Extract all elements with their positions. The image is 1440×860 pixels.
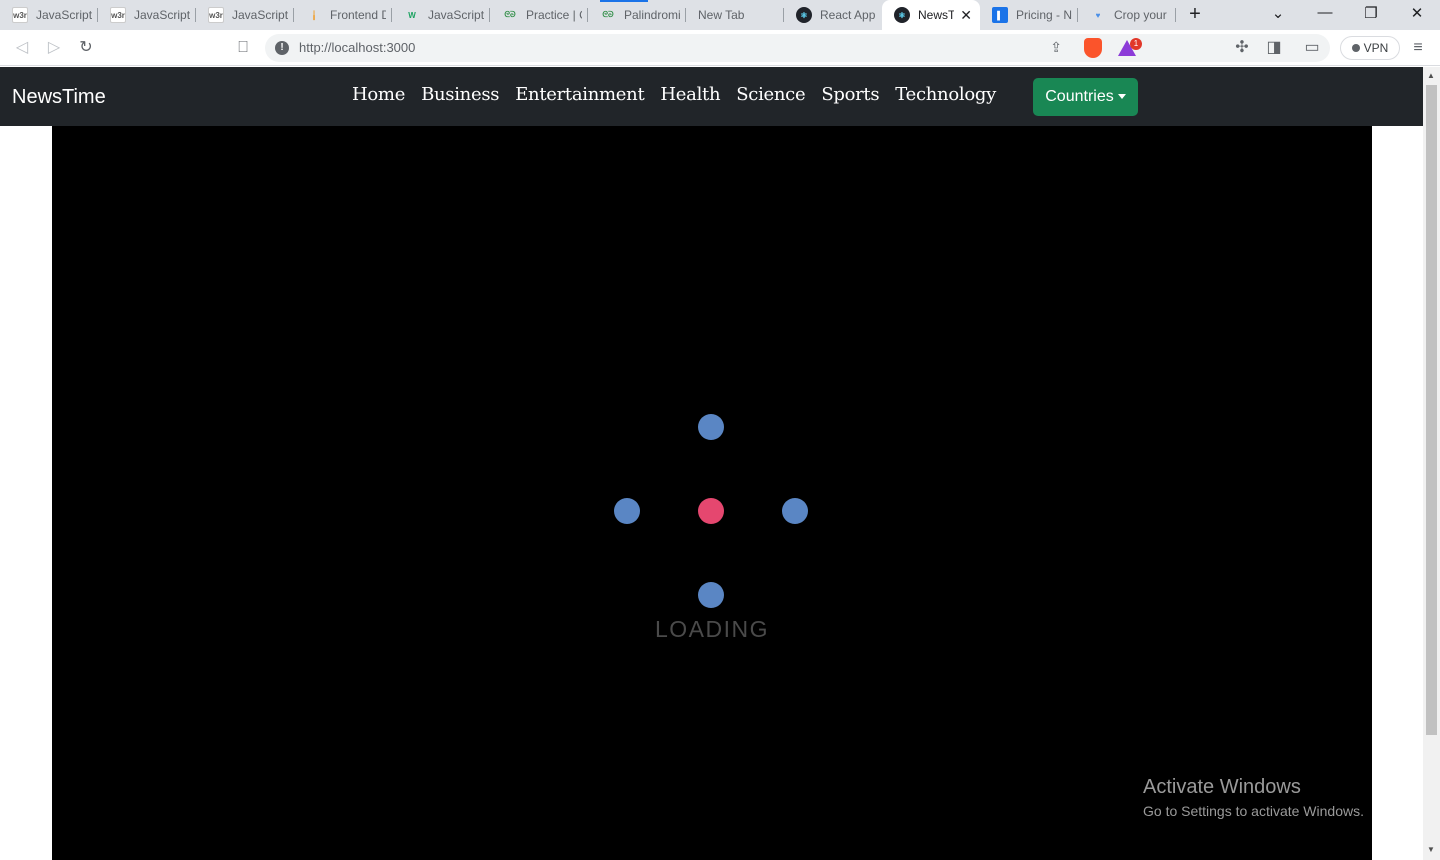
wallet-icon[interactable]: ▭ — [1302, 38, 1322, 58]
nav-link-business[interactable]: Business — [421, 84, 499, 105]
site-info-icon[interactable]: ! — [275, 41, 289, 55]
browser-tab[interactable]: w3rJavaScript c — [98, 0, 196, 30]
extensions-icon[interactable]: ✣ — [1232, 38, 1252, 58]
w3schools-icon: w3r — [208, 7, 224, 23]
tab-loading-indicator — [600, 0, 648, 2]
browser-tab[interactable]: ♥ Crop your i — [1078, 0, 1176, 30]
sidebar-icon[interactable]: ◨ — [1264, 38, 1284, 58]
nav-link-science[interactable]: Science — [736, 84, 805, 105]
loader-dot-top — [698, 414, 724, 440]
nav-links: Home Business Entertainment Health Scien… — [352, 84, 996, 105]
caret-down-icon — [1117, 93, 1126, 99]
browser-tab[interactable]: w3rJavaScript c — [0, 0, 98, 30]
brand-logo[interactable]: NewsTime — [12, 86, 106, 109]
frontend-icon: ╽ — [311, 10, 317, 20]
geeksforgeeks-icon: ᘓᘐ — [504, 10, 516, 19]
close-window-icon[interactable]: ✕ — [1405, 4, 1429, 22]
react-icon: ⚛ — [796, 7, 812, 23]
nav-link-sports[interactable]: Sports — [821, 84, 879, 105]
browser-toolbar: ◁ ▷ ↻ ⎕ ! http://localhost:3000 ⇪ ✣ ◨ ▭ … — [0, 30, 1440, 66]
new-tab-button[interactable]: + — [1184, 4, 1206, 25]
rewards-badge: 1 — [1130, 38, 1142, 50]
bookmark-icon[interactable]: ⎕ — [233, 38, 253, 58]
restore-icon[interactable]: ❐ — [1359, 4, 1383, 22]
share-icon[interactable]: ⇪ — [1050, 39, 1062, 56]
page-scrollbar[interactable]: ▲ ▼ — [1423, 67, 1440, 860]
react-icon: ⚛ — [894, 7, 910, 23]
scrollbar-thumb[interactable] — [1426, 85, 1437, 735]
browser-tab[interactable]: ▌Pricing - Ne — [980, 0, 1078, 30]
minimize-icon[interactable]: — — [1313, 4, 1337, 21]
back-icon[interactable]: ◁ — [12, 38, 32, 58]
scroll-up-icon[interactable]: ▲ — [1427, 71, 1435, 80]
loading-text: LOADING — [654, 616, 770, 642]
loader-dot-bottom — [698, 582, 724, 608]
w3schools-icon: w3r — [110, 7, 126, 23]
browser-tab[interactable]: w3rJavaScript c — [196, 0, 294, 30]
brave-shields-icon[interactable] — [1084, 38, 1102, 58]
nav-link-entertainment[interactable]: Entertainment — [515, 84, 644, 105]
scroll-down-icon[interactable]: ▼ — [1427, 845, 1435, 854]
loader-dot-center — [698, 498, 724, 524]
nav-link-home[interactable]: Home — [352, 84, 405, 105]
loading-panel: LOADING — [52, 126, 1372, 860]
browser-tab[interactable]: ᘓᘐPractice | G — [490, 0, 588, 30]
geeksforgeeks-icon: ᘓᘐ — [602, 10, 614, 19]
address-bar[interactable]: ! http://localhost:3000 ⇪ — [265, 34, 1330, 62]
webdev-icon: W — [408, 10, 416, 20]
browser-tab[interactable]: ⚛ React App — [784, 0, 882, 30]
reload-icon[interactable]: ↻ — [76, 38, 96, 58]
nav-link-technology[interactable]: Technology — [895, 84, 996, 105]
loader-dot-right — [782, 498, 808, 524]
menu-icon[interactable]: ≡ — [1408, 38, 1428, 58]
loader-dot-left — [614, 498, 640, 524]
nav-link-health[interactable]: Health — [660, 84, 720, 105]
browser-tab[interactable]: ᘓᘐPalindromic — [588, 0, 686, 30]
countries-dropdown-button[interactable]: Countries — [1033, 78, 1138, 116]
browser-tab[interactable]: New Tab — [686, 0, 784, 30]
browser-tab-strip: w3rJavaScript c w3rJavaScript c w3rJavaS… — [0, 0, 1440, 30]
forward-icon[interactable]: ▷ — [44, 38, 64, 58]
close-tab-icon[interactable]: ✕ — [960, 7, 972, 24]
browser-tab[interactable]: ╽Frontend De — [294, 0, 392, 30]
crop-icon: ♥ — [1095, 10, 1101, 20]
windows-activation-watermark: Activate Windows Go to Settings to activ… — [1143, 776, 1364, 819]
app-navbar: NewsTime Home Business Entertainment Hea… — [0, 67, 1423, 126]
vpn-status-icon — [1351, 44, 1360, 52]
browser-tab-active[interactable]: ⚛NewsTime✕ — [882, 0, 980, 30]
w3schools-icon: w3r — [12, 7, 28, 23]
url-text[interactable]: http://localhost:3000 — [299, 40, 415, 55]
vpn-button[interactable]: VPN — [1340, 36, 1400, 60]
pricing-icon: ▌ — [992, 7, 1008, 23]
browser-tab[interactable]: WJavaScript H — [392, 0, 490, 30]
tab-search-chevron-icon[interactable]: ⌄ — [1266, 4, 1290, 22]
